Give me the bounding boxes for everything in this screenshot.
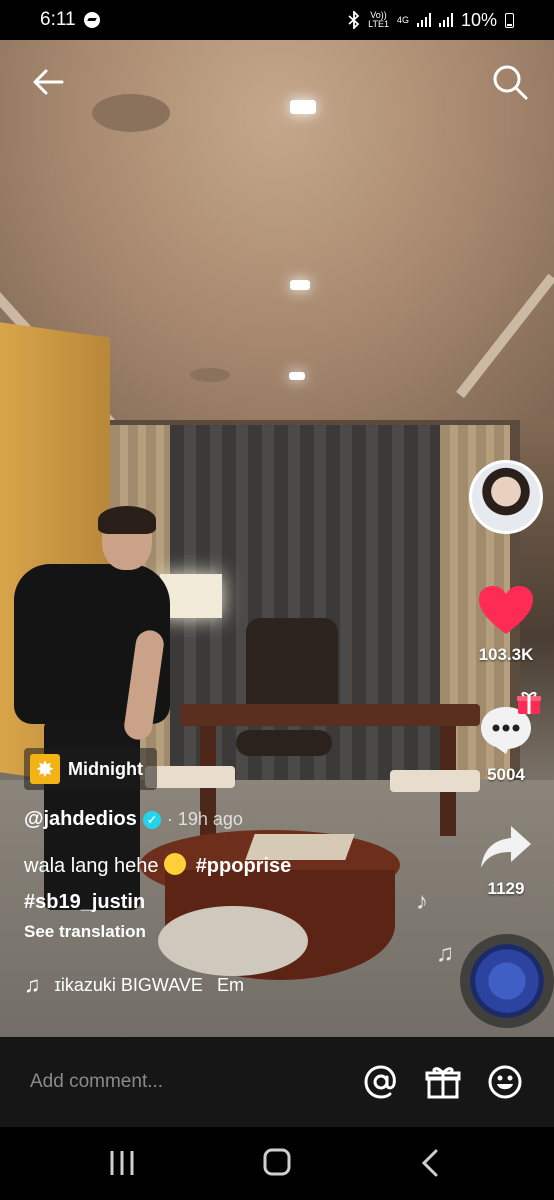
grinning-emoji-icon [164, 853, 187, 875]
recent-apps-icon[interactable] [102, 1145, 142, 1181]
share-icon [481, 826, 531, 868]
battery-percent: 10% [460, 9, 497, 30]
scene-seat [236, 730, 332, 756]
status-bar: 6:11 Vo)) LTE1 4G 10% [0, 0, 554, 40]
floating-note-icon: ♫ [436, 940, 454, 967]
scene-light [290, 280, 310, 290]
volte-indicator: Vo)) LTE1 [368, 11, 389, 29]
sound-name-continued: Em [216, 974, 244, 995]
scene-desk [180, 704, 480, 726]
mention-icon[interactable] [362, 1063, 400, 1101]
signal-icon-2 [438, 13, 453, 27]
scene-stool [390, 770, 480, 792]
arrow-left-icon[interactable] [28, 62, 68, 102]
like-button[interactable]: 103.3K [470, 584, 542, 665]
scene-chair [246, 618, 338, 718]
post-author[interactable]: @jahdedios ✓ · 19h ago [24, 808, 243, 831]
effect-icon: ✸ [30, 754, 60, 784]
post-time: · 19h ago [166, 809, 243, 829]
hashtag-link[interactable]: #sb19_justin [24, 891, 145, 913]
search-icon[interactable] [490, 62, 530, 102]
sound-name: ɪikazuki BIGWAVE [54, 974, 203, 995]
bluetooth-icon [348, 11, 360, 29]
effect-tag[interactable]: ✸ Midnight [24, 748, 157, 790]
emoji-icon[interactable] [486, 1063, 524, 1101]
scene-person [98, 506, 156, 534]
signal-icon [416, 13, 431, 27]
hashtag-link[interactable]: #ppoprise [196, 855, 292, 877]
music-note-icon: ♫ [24, 972, 41, 997]
scene-light [290, 100, 316, 114]
add-comment-input[interactable]: Add comment... [30, 1071, 338, 1093]
gift-icon [517, 691, 541, 714]
comment-count: 5004 [487, 765, 525, 784]
scene-speaker [190, 368, 230, 382]
lte-label: LTE1 [368, 19, 389, 29]
system-nav-bar [0, 1127, 554, 1200]
scene-stool [145, 766, 235, 788]
status-time: 6:11 [40, 9, 76, 30]
creator-avatar[interactable] [469, 460, 543, 534]
messenger-icon [83, 12, 100, 28]
sound-marquee[interactable]: ♫ ɪikazuki BIGWAVE Em [24, 972, 444, 998]
back-nav-icon[interactable] [412, 1145, 452, 1181]
caption-text: wala lang hehe [24, 855, 159, 877]
comment-button[interactable]: 5004 [470, 704, 542, 785]
see-translation-link[interactable]: See translation [24, 922, 146, 942]
share-button[interactable]: 1129 [470, 824, 542, 899]
effect-label: Midnight [68, 758, 143, 779]
heart-icon [479, 586, 533, 634]
gift-outline-icon[interactable] [424, 1063, 462, 1101]
network-type: 4G [396, 14, 409, 25]
scene-speaker [92, 94, 170, 132]
verified-badge-icon: ✓ [142, 810, 161, 829]
battery-icon [505, 12, 514, 28]
username[interactable]: @jahdedios [24, 808, 137, 831]
comment-bar: Add comment... [0, 1037, 554, 1127]
sound-disc[interactable] [470, 944, 544, 1018]
post-caption: wala lang hehe #ppoprise #sb19_justin [24, 848, 384, 920]
share-count: 1129 [487, 879, 525, 898]
scene-light [289, 372, 305, 380]
like-count: 103.3K [478, 645, 534, 664]
floating-note-icon: ♪ [416, 888, 428, 915]
home-icon[interactable] [257, 1145, 297, 1181]
